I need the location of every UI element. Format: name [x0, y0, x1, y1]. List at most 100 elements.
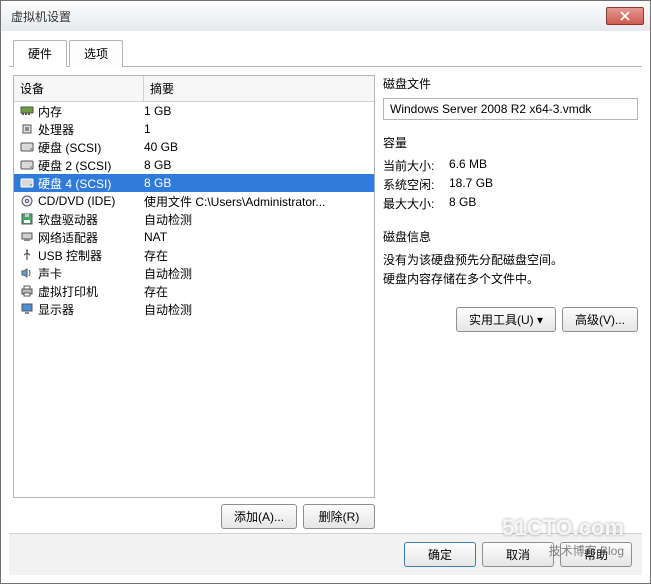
left-buttons: 添加(A)... 删除(R) [13, 504, 375, 529]
list-rows: 内存 1 GB 处理器 1 硬盘 (SCSI) 40 GB 硬盘 2 (SCSI… [14, 102, 374, 318]
device-name: 网络适配器 [36, 229, 144, 246]
device-name: CD/DVD (IDE) [36, 194, 144, 208]
device-summary: 40 GB [144, 140, 370, 154]
list-header: 设备 摘要 [14, 76, 374, 102]
disk-file-label: 磁盘文件 [383, 75, 638, 92]
group-capacity: 容量 当前大小:6.6 MB 系统空闲:18.7 GB 最大大小:8 GB [383, 134, 638, 214]
chevron-down-icon: ▾ [537, 313, 543, 327]
right-buttons: 实用工具(U) ▾ 高级(V)... [383, 307, 638, 332]
sys-free-v: 18.7 GB [449, 176, 638, 193]
kv-current-size: 当前大小:6.6 MB [383, 157, 638, 174]
device-summary: 自动检测 [144, 265, 370, 282]
kv-sys-free: 系统空闲:18.7 GB [383, 176, 638, 193]
tab-options[interactable]: 选项 [69, 40, 123, 67]
device-icon [18, 139, 36, 155]
close-icon [620, 11, 630, 21]
device-summary: 存在 [144, 283, 370, 300]
device-icon [18, 211, 36, 227]
device-name: 内存 [36, 103, 144, 120]
device-icon [18, 229, 36, 245]
table-row[interactable]: 硬盘 (SCSI) 40 GB [14, 138, 374, 156]
device-icon [18, 193, 36, 209]
cpu-icon [20, 123, 34, 135]
table-row[interactable]: 网络适配器 NAT [14, 228, 374, 246]
table-row[interactable]: 声卡 自动检测 [14, 264, 374, 282]
device-icon [18, 157, 36, 173]
disk-info-line2: 硬盘内容存储在多个文件中。 [383, 270, 638, 287]
table-row[interactable]: 硬盘 2 (SCSI) 8 GB [14, 156, 374, 174]
device-icon [18, 103, 36, 119]
display-icon [20, 303, 34, 315]
device-summary: 8 GB [144, 176, 370, 190]
table-row[interactable]: USB 控制器 存在 [14, 246, 374, 264]
device-name: 硬盘 (SCSI) [36, 139, 144, 156]
hdd-icon [20, 159, 34, 171]
footer-bar: 确定 取消 帮助 [9, 533, 642, 575]
left-pane: 设备 摘要 内存 1 GB 处理器 1 硬盘 (SCSI) 40 GB 硬盘 2… [13, 75, 375, 529]
capacity-label: 容量 [383, 134, 638, 151]
table-row[interactable]: 处理器 1 [14, 120, 374, 138]
device-summary: 8 GB [144, 158, 370, 172]
sys-free-k: 系统空闲: [383, 176, 449, 193]
disk-info-line1: 没有为该硬盘预先分配磁盘空间。 [383, 251, 638, 268]
ok-button[interactable]: 确定 [404, 542, 476, 567]
device-summary: 自动检测 [144, 301, 370, 318]
device-summary: 使用文件 C:\Users\Administrator... [144, 193, 370, 210]
hdd-icon [20, 177, 34, 189]
util-button[interactable]: 实用工具(U) ▾ [456, 307, 556, 332]
usb-icon [20, 249, 34, 261]
device-list[interactable]: 设备 摘要 内存 1 GB 处理器 1 硬盘 (SCSI) 40 GB 硬盘 2… [13, 75, 375, 498]
header-summary[interactable]: 摘要 [144, 76, 374, 101]
device-name: 显示器 [36, 301, 144, 318]
device-summary: 1 GB [144, 104, 370, 118]
table-row[interactable]: 内存 1 GB [14, 102, 374, 120]
advanced-button[interactable]: 高级(V)... [562, 307, 638, 332]
device-icon [18, 301, 36, 317]
tab-hardware[interactable]: 硬件 [13, 40, 67, 67]
header-device[interactable]: 设备 [14, 76, 144, 101]
table-row[interactable]: 硬盘 4 (SCSI) 8 GB [14, 174, 374, 192]
table-row[interactable]: CD/DVD (IDE) 使用文件 C:\Users\Administrator… [14, 192, 374, 210]
content-area: 设备 摘要 内存 1 GB 处理器 1 硬盘 (SCSI) 40 GB 硬盘 2… [9, 67, 642, 533]
device-name: 硬盘 4 (SCSI) [36, 175, 144, 192]
kv-max-size: 最大大小:8 GB [383, 195, 638, 212]
add-button[interactable]: 添加(A)... [221, 504, 297, 529]
vm-settings-dialog: 虚拟机设置 硬件 选项 设备 摘要 内存 1 GB 处理器 1 硬盘 (SCSI… [0, 0, 651, 584]
table-row[interactable]: 软盘驱动器 自动检测 [14, 210, 374, 228]
device-summary: NAT [144, 230, 370, 244]
device-summary: 存在 [144, 247, 370, 264]
device-name: 软盘驱动器 [36, 211, 144, 228]
device-name: 处理器 [36, 121, 144, 138]
device-icon [18, 283, 36, 299]
tabs: 硬件 选项 [9, 39, 642, 67]
table-row[interactable]: 虚拟打印机 存在 [14, 282, 374, 300]
current-size-v: 6.6 MB [449, 157, 638, 174]
group-disk-info: 磁盘信息 没有为该硬盘预先分配磁盘空间。 硬盘内容存储在多个文件中。 [383, 228, 638, 289]
hdd-icon [20, 141, 34, 153]
memory-icon [20, 105, 34, 117]
dialog-body: 硬件 选项 设备 摘要 内存 1 GB 处理器 1 硬盘 (SCSI) 40 G… [1, 31, 650, 583]
device-name: 虚拟打印机 [36, 283, 144, 300]
max-size-k: 最大大小: [383, 195, 449, 212]
floppy-icon [20, 213, 34, 225]
titlebar[interactable]: 虚拟机设置 [1, 1, 650, 31]
printer-icon [20, 285, 34, 297]
close-button[interactable] [606, 7, 644, 25]
device-icon [18, 247, 36, 263]
disk-file-input[interactable] [383, 98, 638, 120]
device-name: USB 控制器 [36, 247, 144, 264]
device-icon [18, 121, 36, 137]
footer-wrap: 确定 取消 帮助 51CTO.com 技术博客 Blog [9, 533, 642, 575]
device-icon [18, 175, 36, 191]
remove-button[interactable]: 删除(R) [303, 504, 375, 529]
device-summary: 自动检测 [144, 211, 370, 228]
group-disk-file: 磁盘文件 [383, 75, 638, 120]
table-row[interactable]: 显示器 自动检测 [14, 300, 374, 318]
right-pane: 磁盘文件 容量 当前大小:6.6 MB 系统空闲:18.7 GB 最大大小:8 … [383, 75, 638, 529]
help-button[interactable]: 帮助 [560, 542, 632, 567]
device-name: 声卡 [36, 265, 144, 282]
device-icon [18, 265, 36, 281]
device-name: 硬盘 2 (SCSI) [36, 157, 144, 174]
cancel-button[interactable]: 取消 [482, 542, 554, 567]
window-title: 虚拟机设置 [11, 8, 606, 25]
